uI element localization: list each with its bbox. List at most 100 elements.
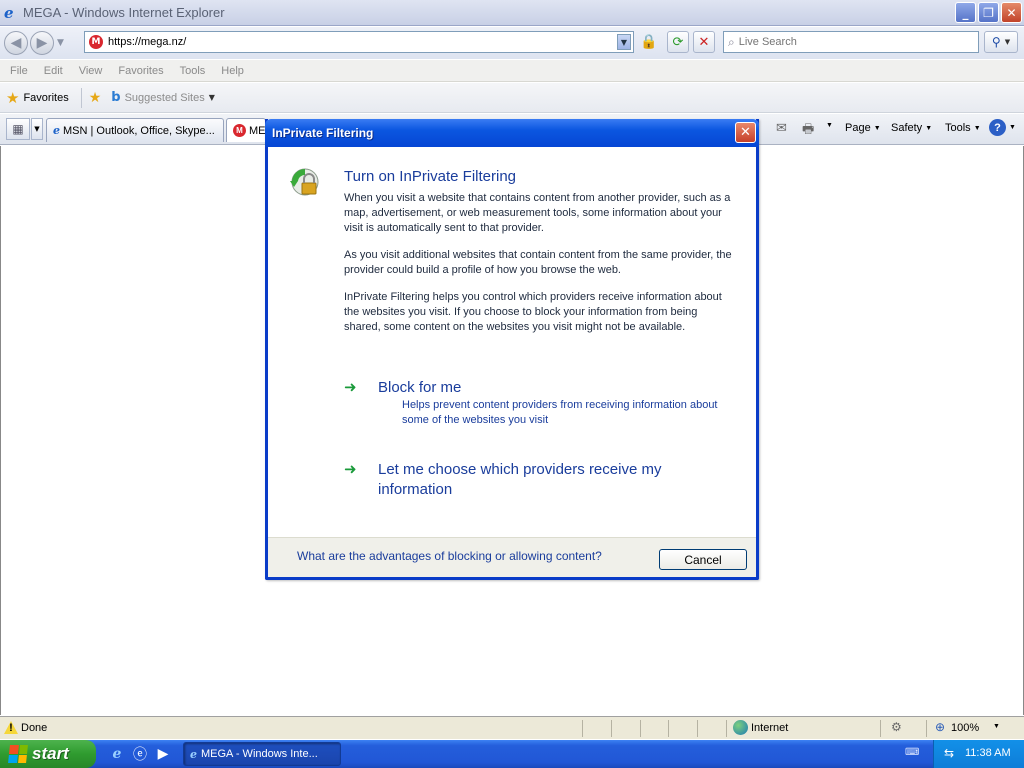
tab-mega[interactable]: M MEG	[226, 118, 266, 142]
status-divider	[611, 720, 612, 737]
window-controls: _ ❐ ✕	[955, 2, 1022, 23]
choose-providers-label[interactable]: Let me choose which providers receive my…	[378, 460, 688, 500]
dialog-paragraph-2: As you visit additional websites that co…	[344, 249, 732, 276]
close-window-button[interactable]: ✕	[1001, 2, 1022, 23]
help-icon: ?	[989, 119, 1006, 136]
favorites-separator	[80, 87, 82, 108]
ie-page-icon: e	[53, 124, 60, 137]
bing-icon: b	[111, 90, 121, 105]
status-divider	[582, 720, 583, 737]
security-zone[interactable]: Internet	[751, 722, 788, 734]
page-menu[interactable]: Page ▼	[845, 122, 881, 134]
dialog-paragraph-3: InPrivate Filtering helps you control wh…	[344, 291, 722, 333]
menu-bar: File Edit View Favorites Tools Help	[0, 60, 1024, 82]
search-input[interactable]	[738, 36, 959, 48]
lock-icon[interactable]: 🔒	[638, 31, 660, 53]
ie-logo-icon: e	[4, 3, 14, 22]
suggested-sites-dropdown-icon[interactable]: ▼	[209, 93, 215, 102]
tools-menu-label: Tools	[945, 122, 971, 134]
navigation-bar: ◀ ▶ ▼ M https://mega.nz/ ▼ 🔒 ⟳ ✕ ⌕ ⚲ ▼	[0, 27, 1024, 59]
favorites-star-icon: ★	[6, 88, 20, 107]
search-button[interactable]: ⚲ ▼	[984, 31, 1018, 53]
menu-edit[interactable]: Edit	[44, 65, 63, 77]
status-divider	[880, 720, 881, 737]
warning-icon[interactable]: !	[4, 721, 18, 734]
forward-button[interactable]: ▶	[30, 31, 54, 55]
maximize-button[interactable]: ❐	[978, 2, 999, 23]
mega-tab-icon: M	[233, 124, 246, 137]
protected-mode-icon[interactable]: ⚙	[891, 720, 902, 734]
tools-menu[interactable]: Tools ▼	[945, 122, 981, 134]
refresh-button[interactable]: ⟳	[667, 31, 689, 53]
safety-menu-label: Safety	[891, 122, 923, 134]
title-bar: e MEGA - Windows Internet Explorer _ ❐ ✕	[0, 0, 1024, 26]
taskbar: start e ⓔ ▶ e MEGA - Windows Inte... ⌨ ⇆…	[0, 740, 1024, 768]
status-divider	[640, 720, 641, 737]
zoom-dropdown-icon[interactable]: ▼	[993, 723, 1000, 730]
advantages-help-link[interactable]: What are the advantages of blocking or a…	[297, 549, 602, 563]
stop-button[interactable]: ✕	[693, 31, 715, 53]
dialog-close-button[interactable]: ✕	[735, 122, 756, 143]
clock[interactable]: 11:38 AM	[965, 747, 1011, 759]
quick-tabs-button[interactable]: ▦	[6, 118, 30, 140]
address-bar[interactable]: M https://mega.nz/ ▼	[84, 31, 634, 53]
menu-file[interactable]: File	[10, 65, 28, 77]
start-label: start	[32, 744, 69, 763]
status-divider	[926, 720, 927, 737]
address-dropdown-icon[interactable]: ▼	[617, 34, 631, 50]
zoom-icon: ⊕	[935, 720, 946, 734]
suggested-sites-button[interactable]: Suggested Sites	[125, 92, 205, 104]
media-player-icon[interactable]: ▶	[154, 745, 172, 763]
tab-list-dropdown[interactable]: ▼	[31, 118, 43, 140]
menu-favorites[interactable]: Favorites	[118, 65, 163, 77]
magnifier-icon: ⚲	[991, 35, 1001, 49]
print-dropdown[interactable]: ▼	[826, 122, 833, 129]
ie-quicklaunch-icon[interactable]: e	[108, 745, 126, 763]
menu-tools[interactable]: Tools	[180, 65, 206, 77]
green-arrow-icon: ➜	[344, 460, 357, 478]
status-divider	[726, 720, 727, 737]
tab-msn[interactable]: e MSN | Outlook, Office, Skype...	[46, 118, 224, 142]
start-button[interactable]: start	[0, 740, 96, 768]
print-icon[interactable]: 🖶	[802, 120, 814, 142]
internet-zone-icon	[733, 720, 748, 735]
minimize-button[interactable]: _	[955, 2, 976, 23]
network-icon[interactable]: ⇆	[944, 746, 954, 760]
keyboard-icon[interactable]: ⌨	[905, 747, 919, 759]
favorites-bar: ★ Favorites ★ b Suggested Sites ▼	[0, 83, 1024, 113]
windows-logo-icon	[8, 745, 28, 763]
read-mail-icon[interactable]: ✉	[776, 120, 787, 136]
menu-help[interactable]: Help	[221, 65, 244, 77]
block-for-me-option[interactable]: ➜ Block for me Helps prevent content pro…	[344, 378, 744, 430]
cancel-button[interactable]: Cancel	[659, 549, 747, 570]
inprivate-filtering-dialog: InPrivate Filtering ✕ Turn on InPrivate …	[265, 119, 759, 580]
add-to-favorites-bar-icon[interactable]: ★	[89, 90, 102, 106]
menu-view[interactable]: View	[79, 65, 103, 77]
dialog-footer: What are the advantages of blocking or a…	[268, 537, 756, 577]
search-options-dropdown-icon[interactable]: ▼	[1005, 38, 1010, 46]
taskbar-ie-label: MEGA - Windows Inte...	[201, 748, 318, 760]
search-box[interactable]: ⌕	[723, 31, 979, 53]
dialog-body: Turn on InPrivate Filtering When you vis…	[268, 147, 756, 537]
back-button[interactable]: ◀	[4, 31, 28, 55]
zoom-level[interactable]: 100%	[951, 722, 979, 734]
block-for-me-label[interactable]: Block for me	[378, 378, 688, 398]
page-menu-label: Page	[845, 122, 871, 134]
taskbar-ie-window[interactable]: e MEGA - Windows Inte...	[183, 742, 341, 766]
mega-favicon-icon: M	[89, 35, 103, 49]
choose-providers-option[interactable]: ➜ Let me choose which providers receive …	[344, 460, 744, 502]
dialog-title: InPrivate Filtering	[272, 126, 374, 140]
status-bar: ! Done Internet ⚙ ⊕ 100% ▼	[0, 716, 1024, 739]
favorites-button[interactable]: Favorites	[23, 92, 68, 104]
status-divider	[697, 720, 698, 737]
recent-pages-dropdown-icon[interactable]: ▼	[57, 38, 64, 48]
tab-msn-label: MSN | Outlook, Office, Skype...	[63, 124, 215, 137]
safety-menu[interactable]: Safety ▼	[891, 122, 932, 134]
status-text: Done	[21, 722, 48, 734]
address-url[interactable]: https://mega.nz/	[108, 36, 186, 48]
tab-mega-label: MEG	[249, 124, 266, 137]
ie-quicklaunch-icon-2[interactable]: ⓔ	[131, 745, 149, 763]
ie-task-icon: e	[190, 747, 197, 761]
inprivate-shield-icon	[290, 168, 319, 196]
help-menu[interactable]: ? ▼	[989, 119, 1016, 136]
